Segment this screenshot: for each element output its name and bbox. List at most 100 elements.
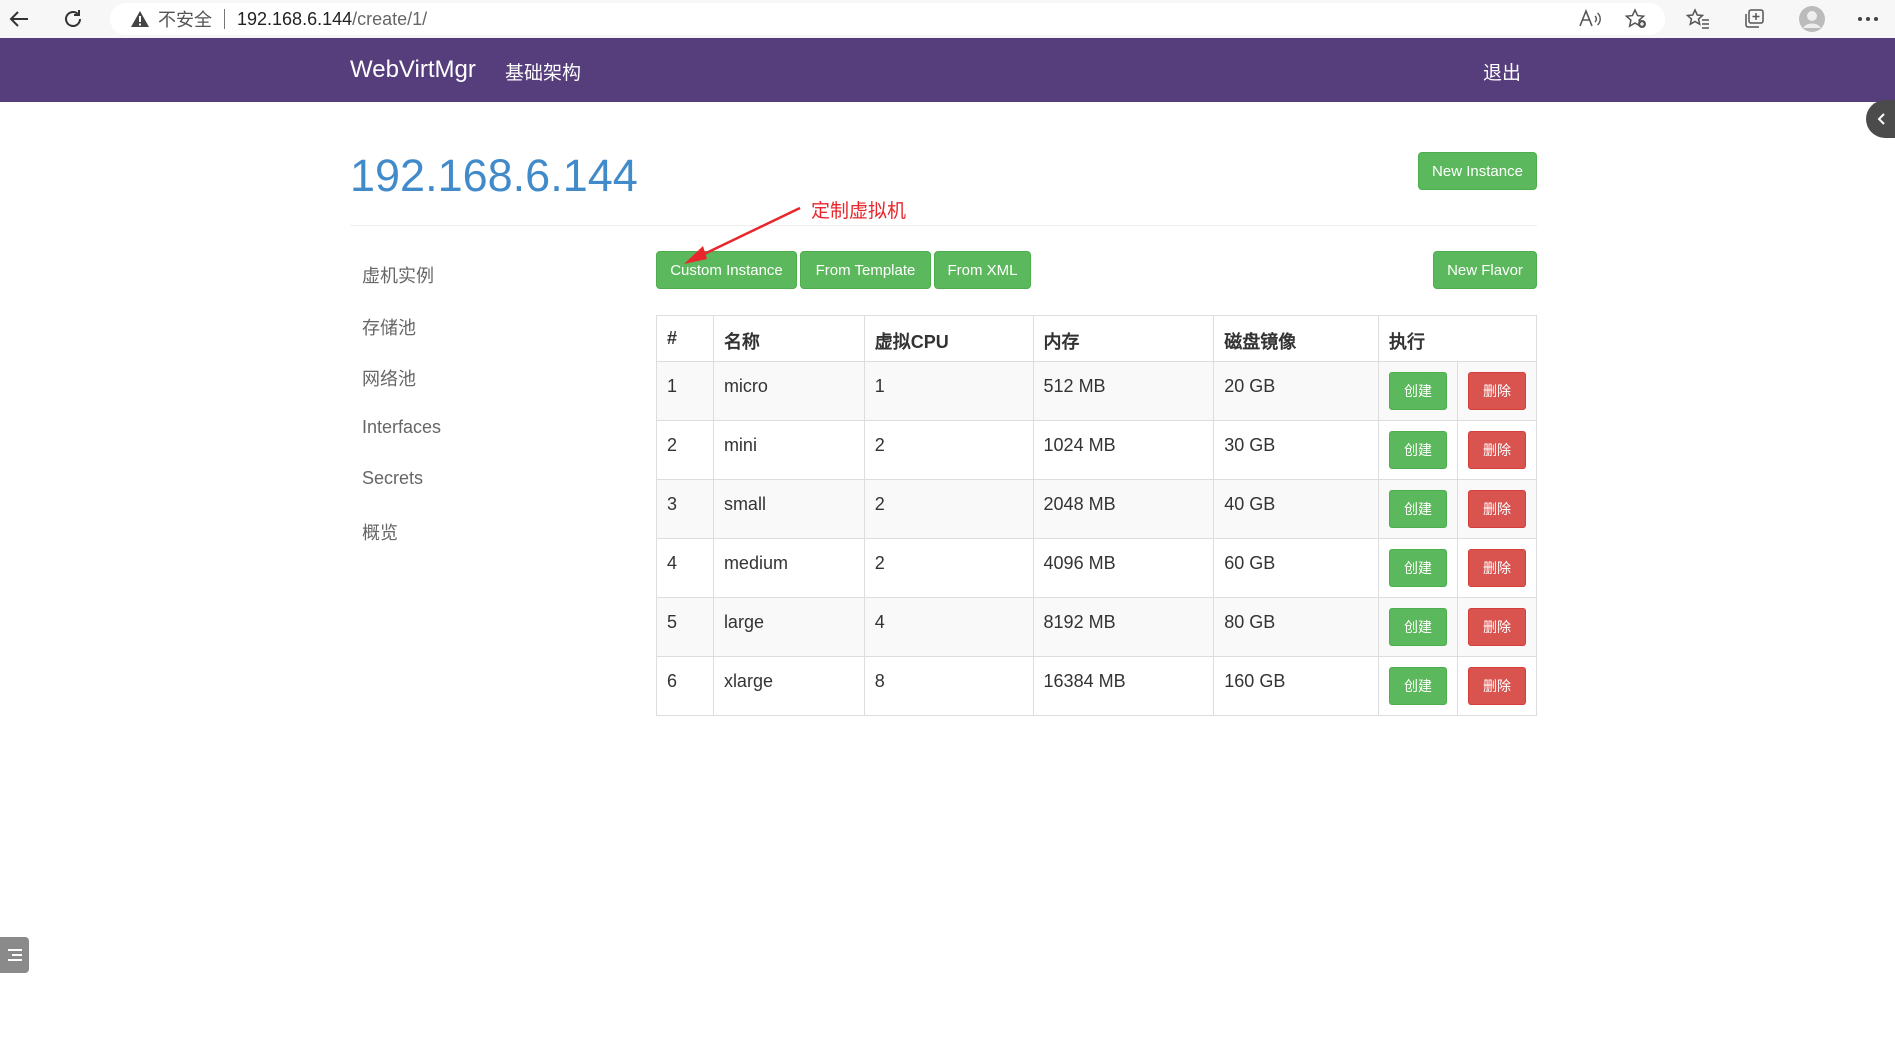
cell-vcpu: 2 (863, 538, 1034, 598)
cell-delete: 删除 (1456, 538, 1538, 598)
cell-create: 创建 (1378, 420, 1458, 480)
create-button[interactable]: 创建 (1389, 431, 1448, 469)
cell-memory: 2048 MB (1032, 479, 1215, 539)
sidebar-item-storage[interactable]: 存储池 (362, 314, 416, 340)
delete-button[interactable]: 删除 (1467, 608, 1526, 646)
favorites-icon (1686, 8, 1709, 29)
delete-button[interactable]: 删除 (1467, 490, 1526, 528)
table-row: 6 xlarge 8 16384 MB 160 GB 创建 删除 (656, 656, 1538, 716)
new-instance-button[interactable]: New Instance (1418, 152, 1537, 190)
cell-delete: 删除 (1456, 656, 1538, 716)
custom-instance-button[interactable]: Custom Instance (656, 251, 797, 289)
create-button[interactable]: 创建 (1389, 549, 1448, 587)
header-actions: 执行 (1378, 315, 1537, 362)
chevron-left-icon (1877, 113, 1885, 125)
header-id: # (656, 315, 714, 362)
cell-delete: 删除 (1456, 479, 1538, 539)
create-button[interactable]: 创建 (1389, 608, 1448, 646)
browser-toolbar: 不安全 192.168.6.144/create/1/ (0, 0, 1895, 39)
cell-memory: 16384 MB (1032, 656, 1215, 716)
url-path: /create/1/ (352, 8, 428, 29)
warning-icon (130, 10, 150, 28)
address-separator (224, 9, 225, 29)
url-text: 192.168.6.144/create/1/ (237, 9, 427, 30)
flavors-table: # 名称 虚拟CPU 内存 磁盘镜像 执行 1 micro 1 512 MB 2… (656, 315, 1538, 716)
cell-create: 创建 (1378, 597, 1458, 657)
table-header-row: # 名称 虚拟CPU 内存 磁盘镜像 执行 (656, 315, 1537, 362)
favorites-button[interactable] (1682, 4, 1714, 34)
create-button[interactable]: 创建 (1389, 372, 1448, 410)
cell-vcpu: 2 (863, 479, 1034, 539)
delete-button[interactable]: 删除 (1467, 549, 1526, 587)
nav-logout-link[interactable]: 退出 (1483, 58, 1521, 85)
profile-button[interactable] (1796, 4, 1828, 34)
create-button[interactable]: 创建 (1389, 490, 1448, 528)
cell-create: 创建 (1378, 656, 1458, 716)
cell-vcpu: 2 (863, 420, 1034, 480)
cell-memory: 4096 MB (1032, 538, 1215, 598)
read-aloud-button[interactable] (1574, 4, 1606, 34)
menu-list-button[interactable] (0, 937, 29, 973)
address-bar[interactable]: 不安全 192.168.6.144/create/1/ (110, 3, 1665, 35)
new-flavor-button[interactable]: New Flavor (1433, 251, 1537, 289)
sidebar-item-instances[interactable]: 虚机实例 (362, 262, 434, 288)
collections-icon (1745, 9, 1764, 28)
side-panel-toggle[interactable] (1866, 100, 1895, 138)
insecure-label: 不安全 (158, 10, 212, 30)
cell-disk: 20 GB (1213, 361, 1380, 421)
cell-name: small (712, 479, 865, 539)
cell-create: 创建 (1378, 538, 1458, 598)
cell-memory: 1024 MB (1032, 420, 1215, 480)
sidebar-item-networks[interactable]: 网络池 (362, 365, 416, 391)
table-row: 4 medium 2 4096 MB 60 GB 创建 删除 (656, 538, 1538, 598)
cell-delete: 删除 (1456, 597, 1538, 657)
cell-id: 6 (656, 656, 714, 716)
cell-disk: 30 GB (1213, 420, 1380, 480)
table-row: 5 large 4 8192 MB 80 GB 创建 删除 (656, 597, 1538, 657)
url-host: 192.168.6.144 (237, 8, 353, 29)
from-xml-button[interactable]: From XML (934, 251, 1031, 289)
header-disk: 磁盘镜像 (1213, 315, 1380, 362)
avatar-icon (1799, 6, 1825, 32)
cell-memory: 512 MB (1032, 361, 1215, 421)
sidebar-item-secrets[interactable]: Secrets (362, 468, 423, 489)
cell-disk: 40 GB (1213, 479, 1380, 539)
delete-button[interactable]: 删除 (1467, 667, 1526, 705)
reload-button[interactable] (58, 4, 88, 34)
cell-disk: 80 GB (1213, 597, 1380, 657)
sidebar-item-interfaces[interactable]: Interfaces (362, 417, 441, 438)
more-menu-button[interactable] (1852, 4, 1884, 34)
header-name: 名称 (712, 315, 865, 362)
cell-delete: 删除 (1456, 361, 1538, 421)
page-title: 192.168.6.144 (350, 150, 638, 201)
nav-infrastructure-link[interactable]: 基础架构 (505, 58, 581, 85)
cell-id: 4 (656, 538, 714, 598)
brand-link[interactable]: WebVirtMgr (350, 56, 476, 84)
cell-vcpu: 1 (863, 361, 1034, 421)
list-icon (7, 949, 22, 961)
app-navbar: WebVirtMgr 基础架构 退出 (0, 38, 1895, 102)
cell-id: 5 (656, 597, 714, 657)
collections-button[interactable] (1738, 4, 1770, 34)
cell-disk: 60 GB (1213, 538, 1380, 598)
delete-button[interactable]: 删除 (1467, 372, 1526, 410)
back-button[interactable] (4, 4, 34, 34)
create-button[interactable]: 创建 (1389, 667, 1448, 705)
from-template-button[interactable]: From Template (800, 251, 931, 289)
header-vcpu: 虚拟CPU (863, 315, 1034, 362)
sidebar-item-overview[interactable]: 概览 (362, 519, 398, 545)
cell-create: 创建 (1378, 479, 1458, 539)
reload-icon (65, 10, 81, 27)
more-dots-icon (1858, 17, 1878, 21)
cell-vcpu: 4 (863, 597, 1034, 657)
cell-disk: 160 GB (1213, 656, 1380, 716)
cell-delete: 删除 (1456, 420, 1538, 480)
add-favorite-button[interactable] (1620, 4, 1652, 34)
cell-vcpu: 8 (863, 656, 1034, 716)
cell-name: xlarge (712, 656, 865, 716)
cell-name: large (712, 597, 865, 657)
cell-name: micro (712, 361, 865, 421)
table-row: 2 mini 2 1024 MB 30 GB 创建 删除 (656, 420, 1538, 480)
table-row: 3 small 2 2048 MB 40 GB 创建 删除 (656, 479, 1538, 539)
delete-button[interactable]: 删除 (1467, 431, 1526, 469)
